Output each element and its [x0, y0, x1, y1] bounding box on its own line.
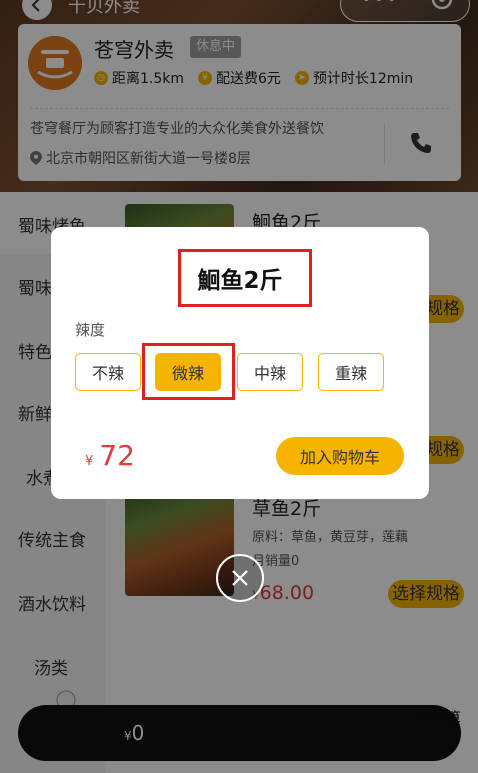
- option-highlight-box: [142, 343, 235, 400]
- close-icon: [232, 570, 248, 586]
- spice-option-none[interactable]: 不辣: [75, 353, 141, 391]
- spice-level-label: 辣度: [75, 321, 106, 339]
- spice-option-medium[interactable]: 中辣: [237, 353, 303, 391]
- modal-title: 鮰鱼2斤: [197, 268, 283, 294]
- spec-selection-modal: 鮰鱼2斤 辣度 不辣 微辣 中辣 重辣 ¥72 加入购物车: [51, 227, 429, 499]
- close-modal-button[interactable]: [216, 554, 264, 602]
- add-to-cart-button[interactable]: 加入购物车: [276, 437, 404, 475]
- spice-option-hot[interactable]: 重辣: [318, 353, 384, 391]
- modal-price: ¥72: [85, 439, 135, 472]
